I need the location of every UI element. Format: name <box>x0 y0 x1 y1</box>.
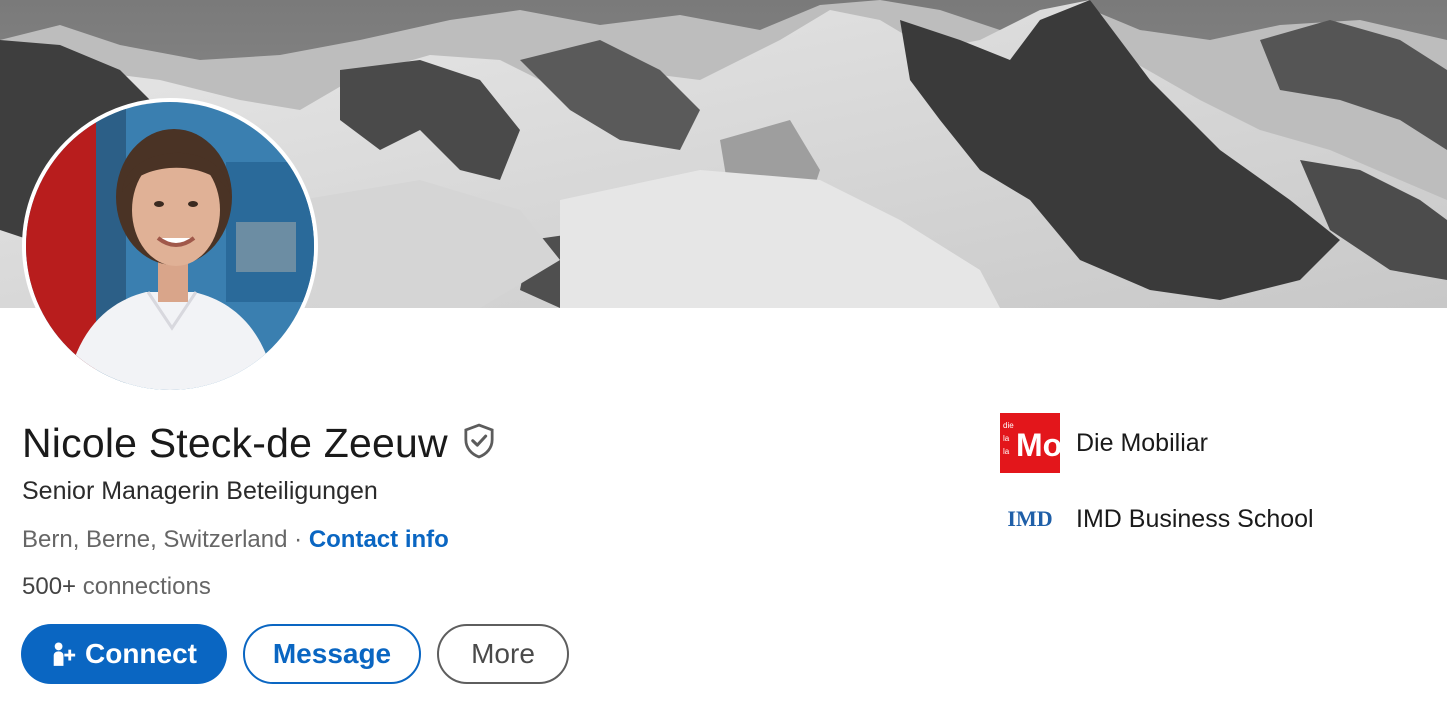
svg-text:Mo: Mo <box>1016 427 1060 463</box>
org-name: IMD Business School <box>1076 504 1314 533</box>
message-button[interactable]: Message <box>243 624 421 684</box>
connections-number: 500+ <box>22 573 77 600</box>
connect-button[interactable]: Connect <box>21 624 227 684</box>
die-mobiliar-logo: die la la Mo <box>1000 413 1060 473</box>
contact-info-link[interactable]: Contact info <box>309 526 449 553</box>
connections-count[interactable]: 500+ connections <box>22 571 211 603</box>
shield-check-icon[interactable] <box>462 423 496 459</box>
svg-text:die: die <box>1003 421 1014 430</box>
svg-text:la: la <box>1003 434 1010 443</box>
add-person-icon <box>53 642 76 666</box>
profile-photo[interactable] <box>22 98 318 394</box>
more-button[interactable]: More <box>437 624 569 684</box>
location-text: Bern, Berne, Switzerland <box>22 526 288 553</box>
profile-actions: Connect Message More <box>21 624 569 684</box>
die-mobiliar-logo-graphic: die la la Mo <box>1000 413 1060 473</box>
connect-button-label: Connect <box>85 638 197 669</box>
profile-name: Nicole Steck-de Zeeuw <box>22 420 448 466</box>
org-item-die-mobiliar[interactable]: die la la Mo Die Mobiliar <box>1000 413 1208 473</box>
svg-text:la: la <box>1003 447 1010 456</box>
org-name: Die Mobiliar <box>1076 428 1208 457</box>
imd-logo: IMD <box>1007 506 1053 531</box>
separator: · <box>294 526 303 553</box>
connections-label: connections <box>82 573 211 600</box>
location-row: Bern, Berne, Switzerland · Contact info <box>22 524 449 556</box>
message-button-label: Message <box>272 638 392 669</box>
more-button-label: More <box>471 638 535 669</box>
org-item-imd[interactable]: IMD IMD Business School <box>1000 500 1314 538</box>
profile-headline: Senior Managerin Beteiligungen <box>22 477 378 505</box>
person-portrait <box>26 102 314 390</box>
